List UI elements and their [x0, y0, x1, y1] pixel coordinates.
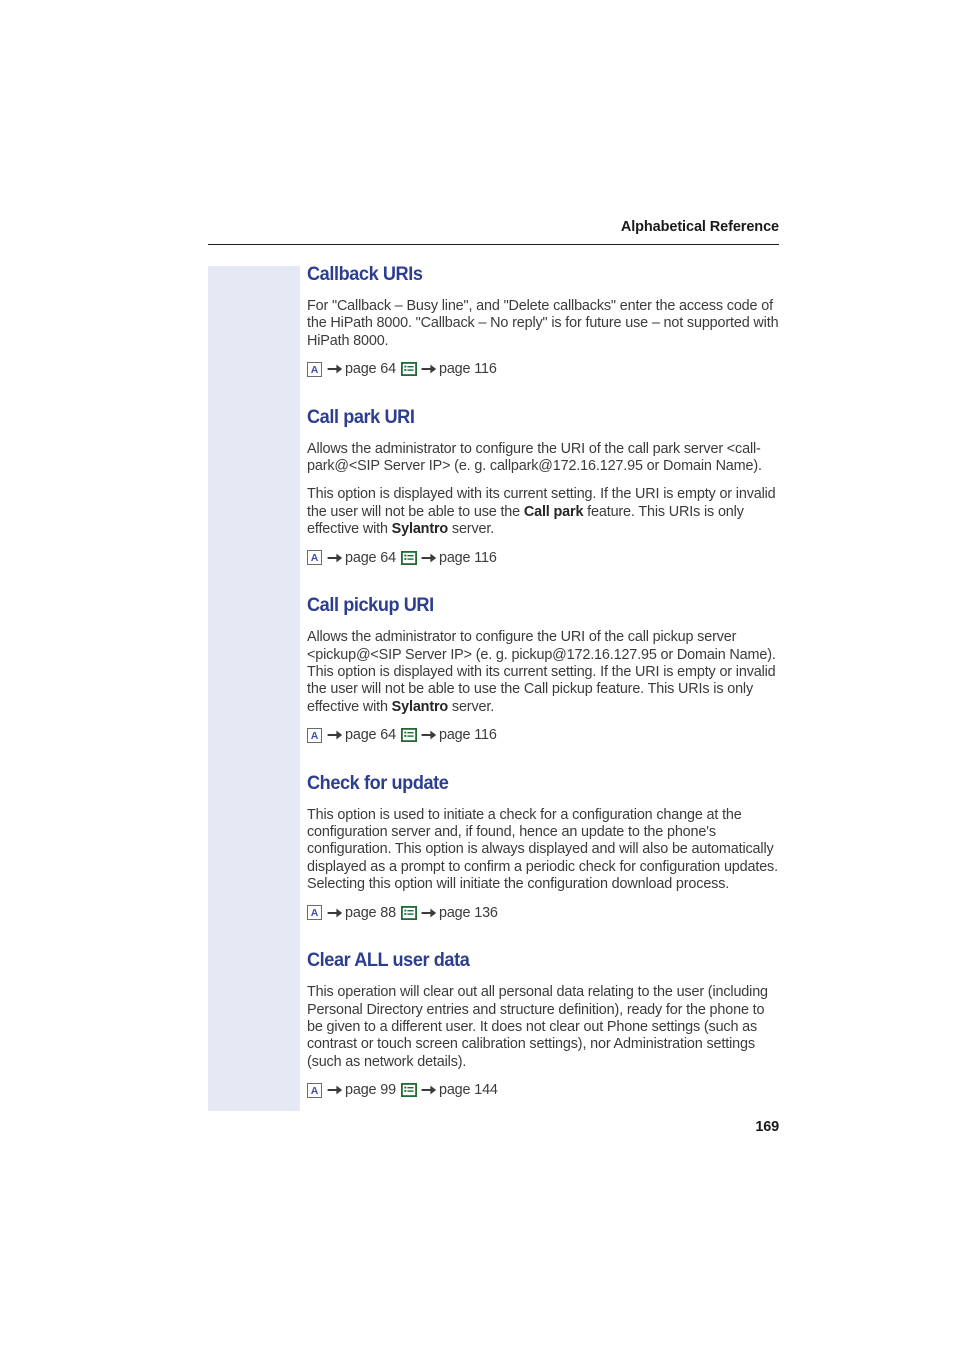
header-title: Alphabetical Reference [620, 219, 779, 235]
emphasis-text: Call park [523, 503, 584, 520]
arrow-right-icon [327, 1083, 343, 1097]
arrow-right-icon [421, 362, 437, 376]
list-menu-icon [400, 550, 417, 565]
body-paragraph: Allows the administrator to configure th… [307, 629, 776, 715]
reference-link-menu[interactable]: page 116 [439, 727, 497, 743]
content-column: Callback URIs For "Callback – Busy line",… [307, 262, 779, 1100]
emphasis-text: Sylantro [391, 521, 449, 538]
cross-reference-line: Apage 64 page 116 [307, 548, 779, 567]
list-menu-icon [400, 362, 417, 377]
document-page: Alphabetical Reference Callback URIs For … [0, 0, 954, 1351]
section-heading: Callback URIs [307, 263, 423, 285]
list-menu-icon [400, 905, 417, 920]
letter-a-icon: A [307, 727, 322, 743]
svg-text:A: A [311, 364, 319, 375]
section-heading: Check for update [307, 771, 449, 794]
cross-reference-line: Apage 64 page 116 [307, 726, 779, 745]
letter-a-icon: A [307, 550, 322, 566]
reference-link-admin[interactable]: page 88 [345, 905, 396, 921]
svg-text:A: A [311, 730, 319, 741]
body-paragraph: For "Callback – Busy line", and "Delete … [307, 298, 779, 349]
cross-reference-line: Apage 88 page 136 [307, 903, 779, 922]
arrow-right-icon [327, 362, 343, 376]
arrow-right-icon [327, 728, 343, 742]
letter-a-icon: A [307, 1082, 322, 1098]
section-heading: Clear ALL user data [307, 949, 470, 972]
margin-shaded-band [208, 266, 300, 1111]
body-paragraph: Allows the administrator to configure th… [307, 440, 762, 475]
emphasis-text: Sylantro [391, 698, 449, 715]
list-menu-icon [400, 1083, 417, 1098]
header-divider [208, 244, 779, 245]
arrow-right-icon [421, 906, 437, 920]
arrow-right-icon [327, 551, 343, 565]
page-number: 169 [755, 1119, 779, 1135]
body-paragraph: This operation will clear out all person… [307, 984, 768, 1070]
svg-text:A: A [311, 553, 319, 564]
arrow-right-icon [421, 551, 437, 565]
arrow-right-icon [327, 906, 343, 920]
reference-link-menu[interactable]: page 144 [439, 1082, 498, 1098]
cross-reference-line: Apage 99 page 144 [307, 1081, 779, 1100]
section-heading: Call pickup URI [307, 594, 434, 617]
reference-link-admin[interactable]: page 64 [345, 550, 396, 566]
arrow-right-icon [421, 1083, 437, 1097]
reference-link-menu[interactable]: page 116 [439, 361, 497, 377]
list-menu-icon [400, 728, 417, 743]
reference-link-menu[interactable]: page 136 [439, 905, 498, 921]
reference-link-menu[interactable]: page 116 [439, 550, 497, 566]
letter-a-icon: A [307, 361, 322, 377]
body-paragraph: This option is displayed with its curren… [307, 486, 776, 538]
reference-link-admin[interactable]: page 64 [345, 727, 396, 743]
body-paragraph: This option is used to initiate a check … [307, 806, 778, 893]
section-heading: Call park URI [307, 405, 415, 428]
svg-text:A: A [311, 1085, 319, 1096]
cross-reference-line: Apage 64 page 116 [307, 360, 779, 379]
reference-link-admin[interactable]: page 99 [345, 1082, 396, 1098]
svg-text:A: A [311, 908, 319, 919]
letter-a-icon: A [307, 905, 322, 921]
running-header: Alphabetical Reference [208, 218, 779, 245]
arrow-right-icon [421, 728, 437, 742]
reference-link-admin[interactable]: page 64 [345, 361, 396, 377]
